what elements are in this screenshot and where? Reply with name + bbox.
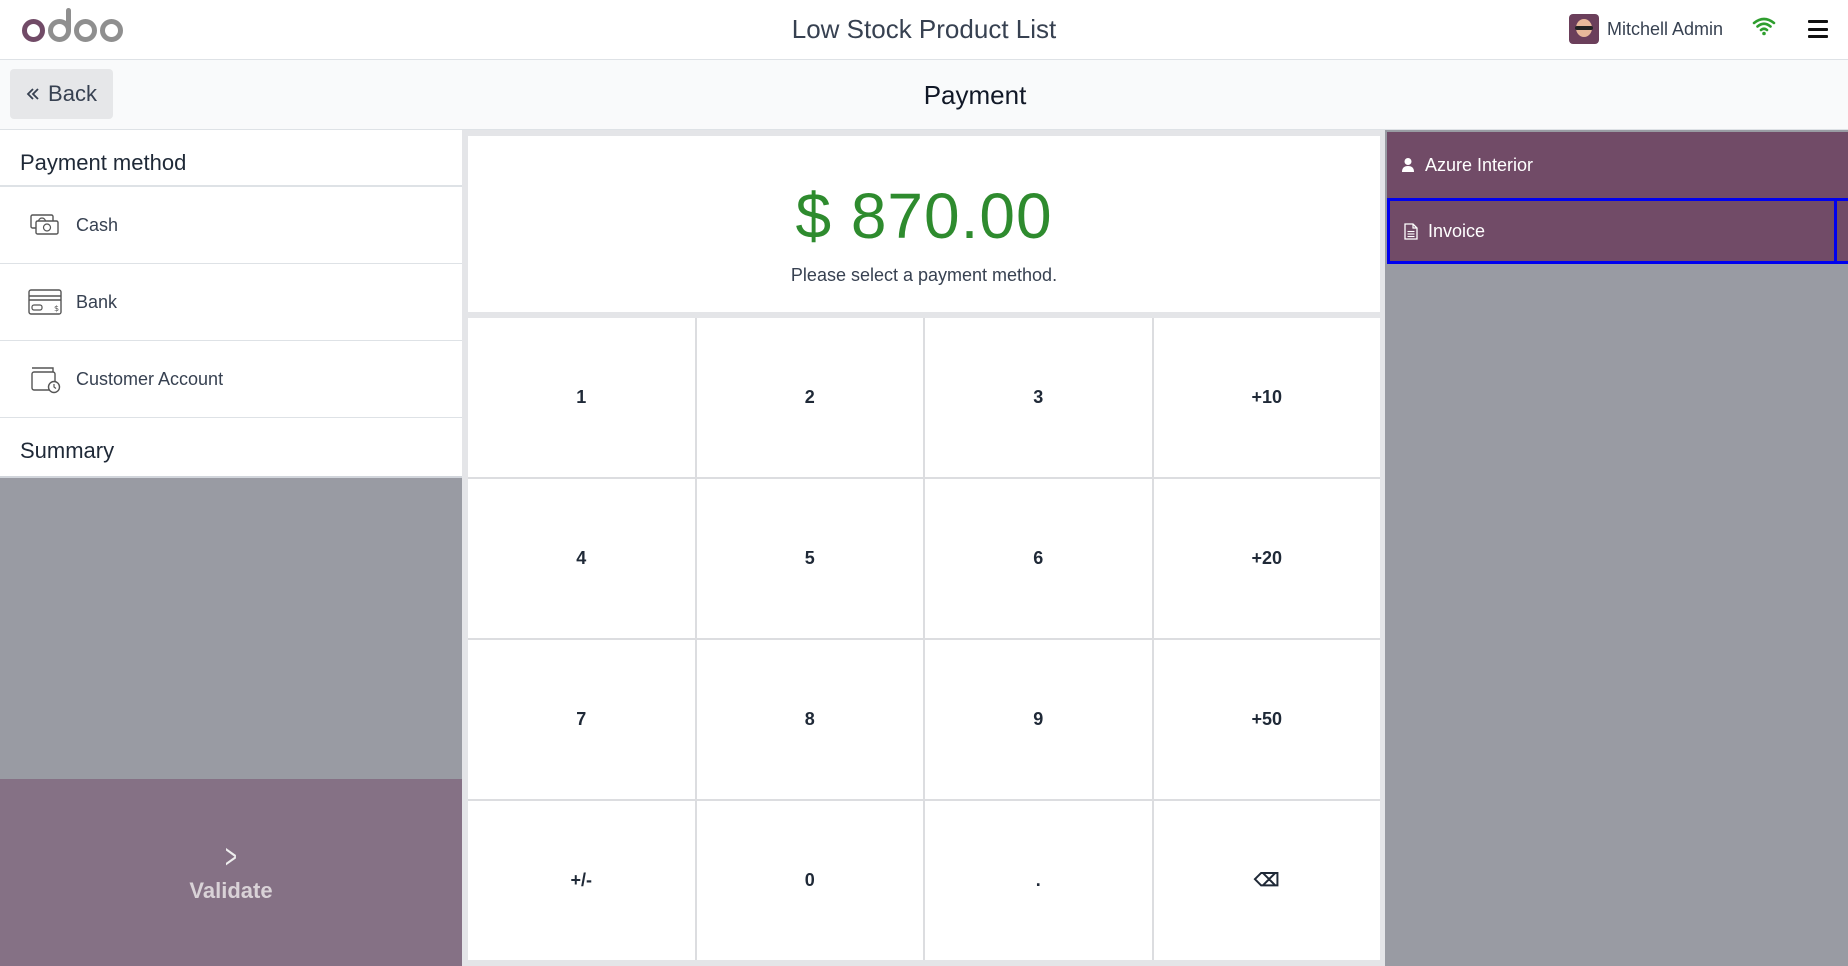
payment-methods-panel: Payment method Cash $ Bank Customer Acco… [0,130,462,966]
svg-text:$: $ [54,304,59,313]
user-avatar [1569,14,1599,44]
payment-method-customer-account[interactable]: Customer Account [0,341,462,418]
numpad-key-decimal[interactable]: . [925,801,1152,960]
payment-method-cash[interactable]: Cash [0,187,462,264]
validate-label: Validate [189,877,273,903]
numpad-key-plus-50[interactable]: +50 [1153,640,1380,799]
numpad-key-8[interactable]: 8 [696,640,923,799]
numpad-key-plus-10[interactable]: +10 [1153,318,1380,477]
bank-card-icon: $ [28,286,62,318]
page-title: Payment [923,80,1027,110]
amount-due: $ 870.00 [795,180,1053,252]
wifi-icon [1752,17,1776,36]
numpad-key-5[interactable]: 5 [696,479,923,638]
customer-button[interactable]: Azure Interior [1387,132,1848,198]
numpad: 1 2 3 +10 4 5 6 +20 7 8 9 +50 +/- 0 . ⌫ [468,318,1380,960]
numpad-key-6[interactable]: 6 [925,479,1152,638]
numpad-key-sign[interactable]: +/- [468,801,695,960]
chevron-right-icon: > [225,837,237,876]
hamburger-menu-icon[interactable] [1808,20,1828,38]
numpad-key-9[interactable]: 9 [925,640,1152,799]
payment-message: Please select a payment method. [790,265,1058,285]
validate-button[interactable]: > Validate [0,779,462,966]
payment-method-title: Payment method [0,130,462,187]
user-menu[interactable]: Mitchell Admin [1569,13,1723,45]
payment-method-label: Bank [76,291,118,312]
invoice-label: Invoice [1428,220,1486,241]
file-icon [1404,222,1418,240]
numpad-key-2[interactable]: 2 [696,318,923,477]
customer-name: Azure Interior [1425,154,1534,175]
backspace-icon[interactable]: ⌫ [1153,801,1380,960]
invoice-button[interactable]: Invoice [1387,198,1848,264]
payment-method-bank[interactable]: $ Bank [0,264,462,341]
amount-display: $ 870.00 Please select a payment method. [468,136,1380,312]
cash-icon [28,209,62,241]
top-navbar: Low Stock Product List Mitchell Admin [0,0,1848,60]
numpad-key-3[interactable]: 3 [925,318,1152,477]
summary-title: Summary [0,418,462,478]
numpad-key-7[interactable]: 7 [468,640,695,799]
payment-options-panel: Azure Interior Invoice [1385,130,1848,966]
numpad-key-1[interactable]: 1 [468,318,695,477]
payment-center: $ 870.00 Please select a payment method.… [462,130,1385,966]
payment-method-label: Customer Account [76,368,224,389]
numpad-key-plus-20[interactable]: +20 [1153,479,1380,638]
numpad-key-4[interactable]: 4 [468,479,695,638]
numpad-key-0[interactable]: 0 [696,801,923,960]
user-icon [1402,158,1414,172]
user-name: Mitchell Admin [1607,18,1724,39]
payment-header: Back Payment [0,60,1848,130]
payment-method-label: Cash [76,214,119,235]
customer-account-icon [28,363,62,395]
